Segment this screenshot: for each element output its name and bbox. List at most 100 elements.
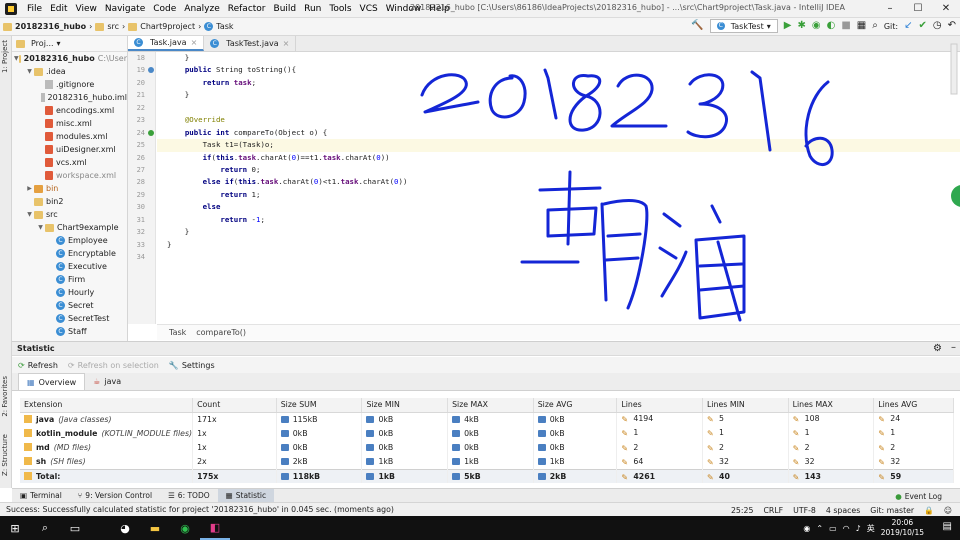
table-row[interactable]: kotlin_module (KOTLIN_MODULE files) 1x 0kB 0… bbox=[20, 426, 954, 441]
file-explorer-icon[interactable]: ▬ bbox=[140, 516, 170, 540]
coverage-icon[interactable]: ◉ bbox=[812, 19, 821, 33]
menu-item-analyze[interactable]: Analyze bbox=[180, 4, 223, 14]
battery-icon[interactable]: ▭ bbox=[829, 524, 837, 533]
inspector-icon[interactable]: ☺ bbox=[944, 506, 952, 515]
breadcrumb-item[interactable]: Chart9project bbox=[125, 22, 198, 31]
tree-item[interactable]: C Firm bbox=[12, 273, 127, 286]
chevron-down-icon[interactable]: ▼ bbox=[25, 68, 34, 75]
breadcrumb-item[interactable]: src bbox=[92, 22, 122, 31]
column-header[interactable]: Size AVG bbox=[533, 398, 618, 413]
tab-java[interactable]: ☕ java bbox=[85, 373, 129, 390]
tree-item[interactable]: C Executive bbox=[12, 260, 127, 273]
line-separator[interactable]: CRLF bbox=[763, 506, 783, 515]
minimize-icon[interactable]: – bbox=[876, 0, 904, 18]
close-icon[interactable]: × bbox=[191, 38, 198, 47]
tool--version-control[interactable]: ⑂ 9: Version Control bbox=[70, 489, 160, 503]
tool-statistic[interactable]: ▦ Statistic bbox=[217, 488, 275, 503]
tree-item[interactable]: C Hourly bbox=[12, 286, 127, 299]
tree-item[interactable]: C SecretTest bbox=[12, 312, 127, 325]
file-encoding[interactable]: UTF-8 bbox=[793, 506, 816, 515]
app-icon-1[interactable]: ◕ bbox=[110, 516, 140, 540]
clock[interactable]: 20:06 2019/10/15 bbox=[881, 518, 924, 538]
lock-icon[interactable]: 🔒 bbox=[924, 506, 934, 515]
favorites-tool-label[interactable]: 2: Favorites bbox=[1, 376, 9, 417]
tab-tasktest-java[interactable]: C TaskTest.java × bbox=[204, 36, 297, 51]
refresh-on-selection-button[interactable]: ⟳ Refresh on selection bbox=[68, 361, 159, 370]
breadcrumb-item[interactable]: 20182316_hubo bbox=[0, 22, 89, 31]
tree-item[interactable]: ▼ src bbox=[12, 208, 127, 221]
tree-item[interactable]: C Staff bbox=[12, 325, 127, 338]
table-row[interactable]: md (MD files) 1x 0kB 0kB 0kB 0kB ✎ 2 ✎ 2 ✎ 2 ✎ 2 bbox=[20, 440, 954, 455]
column-header[interactable]: Count bbox=[192, 398, 277, 413]
tree-item[interactable]: workspace.xml bbox=[12, 169, 127, 182]
wechat-icon[interactable]: ◉ bbox=[170, 516, 200, 540]
event-log-button[interactable]: ● Event Log bbox=[895, 489, 942, 503]
wifi-icon[interactable]: ◠ bbox=[843, 524, 850, 533]
column-header[interactable]: Size MIN bbox=[361, 398, 449, 413]
git-commit-icon[interactable]: ✔ bbox=[918, 19, 926, 33]
chevron-down-icon[interactable]: ▼ bbox=[36, 224, 45, 231]
column-header[interactable]: Extension bbox=[20, 398, 194, 413]
tool-terminal[interactable]: ▣ Terminal bbox=[12, 489, 70, 503]
tree-item[interactable]: C Secret bbox=[12, 299, 127, 312]
tab-overview[interactable]: ▦ Overview bbox=[18, 373, 86, 390]
windows-start-icon[interactable]: ⊞ bbox=[0, 516, 30, 540]
ime-language[interactable]: 英 bbox=[867, 523, 875, 534]
maximize-icon[interactable]: ☐ bbox=[904, 0, 932, 18]
indent-setting[interactable]: 4 spaces bbox=[826, 506, 860, 515]
menu-item-tools[interactable]: Tools bbox=[325, 4, 355, 14]
wechat-tray-icon[interactable]: ◉ bbox=[803, 524, 810, 533]
notification-icon[interactable]: ▤ bbox=[943, 521, 952, 532]
tree-item[interactable]: misc.xml bbox=[12, 117, 127, 130]
tree-item[interactable]: vcs.xml bbox=[12, 156, 127, 169]
tab-task-java[interactable]: C Task.java × bbox=[128, 36, 205, 51]
close-icon[interactable]: ✕ bbox=[932, 0, 960, 18]
hide-panel-icon[interactable]: – bbox=[951, 342, 956, 353]
column-header[interactable]: Size SUM bbox=[276, 398, 363, 413]
menu-item-view[interactable]: View bbox=[72, 4, 101, 14]
tree-item[interactable]: encodings.xml bbox=[12, 104, 127, 117]
refresh-button[interactable]: ⟳ Refresh bbox=[18, 361, 58, 370]
close-icon[interactable]: × bbox=[283, 39, 290, 48]
tree-item[interactable]: C Employee bbox=[12, 234, 127, 247]
project-tool-label[interactable]: 1: Project bbox=[1, 40, 9, 73]
debug-icon[interactable]: ✱ bbox=[797, 19, 805, 33]
code-editor[interactable]: } public String toString(){ return task;… bbox=[157, 52, 960, 324]
tree-item[interactable]: ▼ Chart9example bbox=[12, 221, 127, 234]
menu-item-edit[interactable]: Edit bbox=[46, 4, 71, 14]
code-breadcrumb-item[interactable]: Task bbox=[169, 328, 186, 337]
tree-item[interactable]: .gitignore bbox=[12, 78, 127, 91]
chevron-down-icon[interactable]: ▼ bbox=[25, 211, 34, 218]
breadcrumb-item[interactable]: C Task bbox=[201, 22, 236, 31]
project-structure-icon[interactable]: ▦ bbox=[857, 19, 866, 33]
tree-item[interactable]: bin2 bbox=[12, 195, 127, 208]
menu-item-refactor[interactable]: Refactor bbox=[224, 4, 270, 14]
run-config-select[interactable]: C TaskTest ▾ bbox=[709, 19, 778, 33]
menu-item-file[interactable]: File bbox=[23, 4, 46, 14]
chevron-right-icon[interactable]: ▶ bbox=[25, 185, 34, 192]
chevron-down-icon[interactable]: ▼ bbox=[14, 55, 19, 62]
tree-item[interactable]: uiDesigner.xml bbox=[12, 143, 127, 156]
code-breadcrumb-item[interactable]: compareTo() bbox=[196, 328, 246, 337]
override-marker-icon[interactable] bbox=[148, 67, 154, 74]
profile-icon[interactable]: ◐ bbox=[827, 19, 836, 33]
tree-item[interactable]: ▼ .idea bbox=[12, 65, 127, 78]
intellij-taskbar-icon[interactable]: ◧ bbox=[200, 516, 230, 540]
caret-position[interactable]: 25:25 bbox=[731, 506, 753, 515]
column-header[interactable]: Lines AVG bbox=[873, 398, 954, 413]
column-header[interactable]: Lines MIN bbox=[702, 398, 789, 413]
menu-item-code[interactable]: Code bbox=[149, 4, 180, 14]
tool--todo[interactable]: ☰ 6: TODO bbox=[160, 489, 218, 503]
search-icon[interactable]: ⌕ bbox=[30, 516, 60, 540]
git-update-icon[interactable]: ↙ bbox=[904, 19, 912, 33]
structure-tool-label[interactable]: Z: Structure bbox=[1, 434, 9, 476]
implements-marker-icon[interactable] bbox=[148, 129, 154, 136]
volume-icon[interactable]: ♪ bbox=[856, 524, 861, 533]
tree-item[interactable]: ▶ bin bbox=[12, 182, 127, 195]
task-view-icon[interactable]: ▭ bbox=[60, 516, 90, 540]
total-row[interactable]: Total: 175x 118kB 1kB 5kB 2kB ✎ 4261 ✎ 40 ✎ 143 ✎ 59 bbox=[20, 468, 954, 484]
menu-item-vcs[interactable]: VCS bbox=[356, 4, 382, 14]
menu-item-run[interactable]: Run bbox=[300, 4, 325, 14]
tree-item[interactable]: 20182316_hubo.iml bbox=[12, 91, 127, 104]
tree-item[interactable]: ▼ 20182316_hubo C:\User bbox=[12, 52, 127, 65]
